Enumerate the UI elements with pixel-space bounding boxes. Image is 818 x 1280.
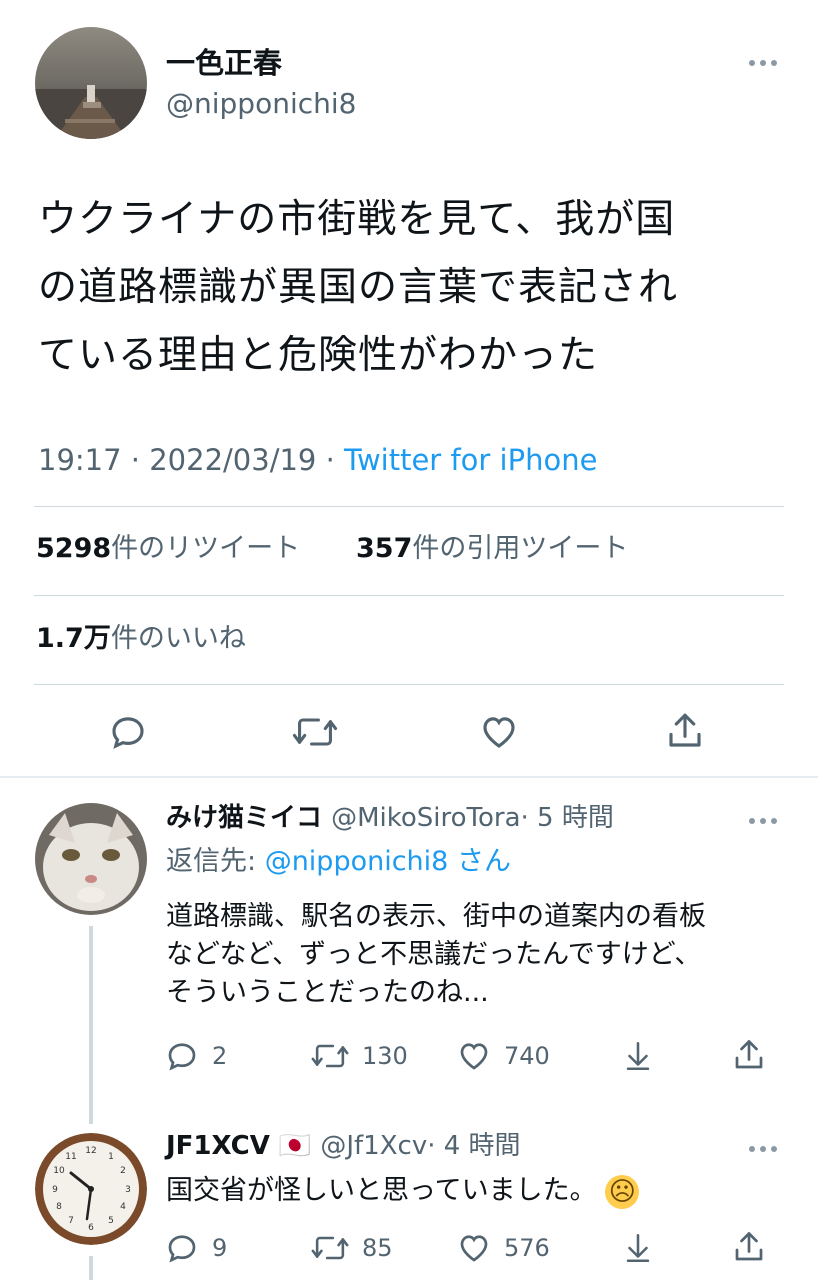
more-horizontal-icon[interactable] — [748, 50, 778, 75]
reply-icon — [168, 1043, 196, 1071]
svg-text:8: 8 — [56, 1202, 62, 1212]
reply-display-name: JF1XCV — [166, 1131, 270, 1161]
download-icon[interactable] — [620, 1230, 656, 1266]
reply-text-line: 道路標識、駅名の表示、街中の道案内の看板 — [166, 901, 706, 932]
like-icon — [460, 1235, 488, 1262]
svg-text:11: 11 — [65, 1152, 76, 1162]
retweet-button[interactable]: 130 — [310, 1038, 408, 1074]
divider — [34, 506, 784, 507]
retweet-icon — [311, 1236, 349, 1260]
tweet-text-line: ウクライナの市街戦を見て、我が国 — [38, 197, 676, 242]
like-icon[interactable] — [477, 710, 521, 754]
svg-text:5: 5 — [108, 1216, 114, 1226]
more-horizontal-icon[interactable] — [748, 812, 778, 831]
reply-to-suffix: さん — [448, 846, 511, 877]
author-display-name[interactable]: 一色正春 — [166, 44, 282, 82]
reply-author[interactable]: JF1XCV 🇯🇵 @Jf1Xcv· 4 時間 — [166, 1129, 521, 1163]
tweet-meta: 19:17 · 2022/03/19 · Twitter for iPhone — [38, 440, 597, 480]
reply-display-name: みけ猫ミイコ — [166, 803, 323, 833]
svg-text:4: 4 — [120, 1202, 126, 1212]
retweet-icon — [311, 1044, 349, 1068]
tweet-text-line: の道路標識が異国の言葉で表記され — [38, 265, 679, 310]
share-icon[interactable] — [730, 1228, 768, 1266]
thread-line — [89, 1256, 93, 1280]
svg-text:9: 9 — [52, 1185, 58, 1195]
divider — [34, 595, 784, 596]
reply-to-handle[interactable]: @nipponichi8 — [265, 846, 449, 877]
svg-text:6: 6 — [88, 1223, 94, 1233]
reply-time: · 5 時間 — [520, 803, 614, 833]
reply-count: 2 — [212, 1042, 228, 1070]
reply-avatar[interactable]: 12 1 2 3 45 6 78 9 10 11 — [35, 1133, 147, 1245]
retweet-count: 5298 — [36, 533, 112, 564]
reply-count: 9 — [212, 1234, 228, 1262]
reply-text: 道路標識、駅名の表示、街中の道案内の看板 などなど、ずっと不思議だったんですけど… — [166, 898, 796, 1012]
share-icon[interactable] — [730, 1036, 768, 1074]
like-icon — [460, 1043, 488, 1070]
like-button[interactable]: 740 — [456, 1038, 550, 1074]
reply-text-line: そういうことだったのね... — [166, 977, 489, 1008]
retweet-count: 130 — [362, 1042, 408, 1070]
like-stats[interactable]: 1.7万件のいいね — [36, 621, 246, 657]
tweet-text-line: ている理由と危険性がわかった — [38, 333, 599, 378]
section-separator — [0, 776, 818, 778]
divider — [34, 684, 784, 685]
more-horizontal-icon[interactable] — [748, 1140, 778, 1159]
reply-text: 国交省が怪しいと思っていました。 ☹ — [166, 1172, 640, 1210]
reply-icon[interactable] — [106, 710, 150, 754]
like-count: 1.7万 — [36, 623, 111, 654]
reply-to: 返信先: @nipponichi8 さん — [166, 843, 511, 881]
retweet-icon[interactable] — [290, 710, 340, 754]
reply-text-line: 国交省が怪しいと思っていました。 — [166, 1175, 597, 1206]
svg-text:1: 1 — [108, 1152, 114, 1162]
svg-text:2: 2 — [120, 1166, 126, 1176]
like-count: 740 — [504, 1042, 550, 1070]
retweet-stats[interactable]: 5298件のリツイート — [36, 531, 300, 567]
like-button[interactable]: 576 — [456, 1230, 550, 1266]
thread-line — [89, 926, 93, 1124]
retweet-button[interactable]: 85 — [310, 1230, 393, 1266]
reply-icon — [168, 1235, 196, 1263]
quote-label: 件の引用ツイート — [412, 533, 629, 564]
reply-author[interactable]: みけ猫ミイコ @MikoSiroTora· 5 時間 — [166, 801, 614, 835]
reply-text-line: などなど、ずっと不思議だったんですけど、 — [166, 939, 702, 970]
quote-stats[interactable]: 357件の引用ツイート — [356, 531, 628, 567]
reply-handle: @MikoSiroTora — [331, 803, 521, 833]
reply-avatar[interactable] — [35, 803, 147, 915]
like-count: 576 — [504, 1234, 550, 1262]
svg-text:3: 3 — [125, 1185, 131, 1195]
svg-text:10: 10 — [53, 1166, 65, 1176]
frowning-face-icon: ☹ — [605, 1174, 640, 1209]
reply-button[interactable]: 9 — [164, 1230, 227, 1266]
download-icon[interactable] — [620, 1038, 656, 1074]
tweet-timestamp[interactable]: 19:17 · 2022/03/19 · — [38, 443, 344, 477]
retweet-count: 85 — [362, 1234, 393, 1262]
like-label: 件のいいね — [110, 623, 246, 654]
reply-button[interactable]: 2 — [164, 1038, 227, 1074]
reply-time: · 4 時間 — [427, 1131, 521, 1161]
author-avatar[interactable] — [35, 27, 147, 139]
svg-text:12: 12 — [85, 1146, 96, 1156]
share-icon[interactable] — [663, 708, 707, 754]
svg-text:7: 7 — [68, 1216, 74, 1226]
flag-icon: 🇯🇵 — [278, 1131, 312, 1161]
reply-to-prefix: 返信先: — [166, 846, 265, 877]
quote-count: 357 — [356, 533, 413, 564]
author-handle[interactable]: @nipponichi8 — [166, 86, 356, 122]
tweet-text: ウクライナの市街戦を見て、我が国 の道路標識が異国の言葉で表記され ている理由と… — [38, 186, 788, 390]
tweet-source[interactable]: Twitter for iPhone — [344, 443, 597, 477]
retweet-label: 件のリツイート — [111, 533, 301, 564]
reply-handle: @Jf1Xcv — [320, 1131, 428, 1161]
